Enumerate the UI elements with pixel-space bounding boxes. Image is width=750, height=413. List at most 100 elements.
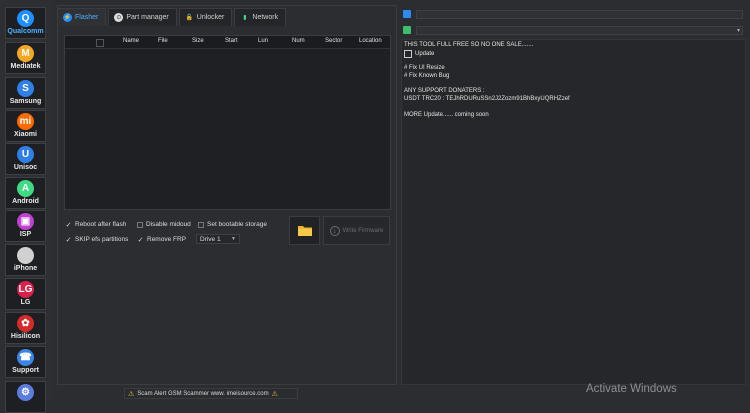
sidebar-item-label: Xiaomi <box>14 131 37 138</box>
column-size[interactable]: Size <box>192 38 204 44</box>
reboot-after-flash-label: Reboot after flash <box>75 221 127 228</box>
check-icon: ✓ <box>137 236 144 244</box>
settings-icon: ⚙ <box>17 384 34 401</box>
check-icon: ✓ <box>65 221 72 229</box>
sidebar-item-label: Android <box>12 198 39 205</box>
remove-frp-label: Remove FRP <box>147 236 187 243</box>
drive-select-value: Drive 1 <box>200 235 221 243</box>
log-update-text: Update <box>415 51 435 57</box>
log-line: USDT TRC20 : TEJhRDURuSSn2J2Zozm91BhBxyU… <box>404 96 570 102</box>
sidebar-item-label: Samsung <box>9 98 42 105</box>
sidebar-item-label: ISP <box>19 231 32 238</box>
sidebar-item-settings[interactable]: ⚙ <box>5 381 46 413</box>
sidebar-item-samsung[interactable]: S Samsung <box>5 77 46 109</box>
sidebar-item-label: Support <box>12 367 39 374</box>
port-row <box>403 9 743 19</box>
port-icon <box>403 10 411 18</box>
sidebar-item-xiaomi[interactable]: mi Xiaomi <box>5 110 46 142</box>
sidebar-item-isp[interactable]: ▣ ISP <box>5 210 46 242</box>
sidebar-item-iphone[interactable]: iPhone <box>5 244 46 276</box>
folder-icon <box>297 226 312 236</box>
column-sector[interactable]: Sector <box>325 38 342 44</box>
port-select[interactable] <box>416 9 743 19</box>
tab-unlocker[interactable]: 🔓 Unlocker <box>178 8 233 26</box>
activate-windows-watermark: Activate Windows <box>586 383 677 395</box>
sidebar-item-hisilicon[interactable]: ✿ Hisilicon <box>5 312 46 344</box>
column-location[interactable]: Location <box>359 38 382 44</box>
sidebar-item-unisoc[interactable]: U Unisoc <box>5 143 46 175</box>
sidebar-item-label: Unisoc <box>13 164 38 171</box>
sidebar-item-label: LG <box>20 299 31 306</box>
warning-icon: ⚠ <box>271 390 278 398</box>
warning-icon: ⚠ <box>128 390 135 398</box>
column-num[interactable]: Num <box>292 38 305 44</box>
write-icon: ⤓ <box>329 225 340 236</box>
network-icon: ▮ <box>243 15 247 21</box>
tab-part-manager-label: Part manager <box>126 14 169 21</box>
scam-alert-text: Scam Alert GSM Scammer www. imeisource.c… <box>137 390 269 397</box>
skip-efs-checkbox[interactable]: ✓ SKIP efs partitions <box>65 236 129 244</box>
android-icon: A <box>17 180 34 197</box>
table-header: Name File Size Start Lun Num Sector Loca… <box>65 36 390 49</box>
log-line: ANY SUPPORT DONATERS : <box>404 88 485 94</box>
tab-network[interactable]: ▮ Network <box>234 8 287 26</box>
sidebar-item-android[interactable]: A Android <box>5 177 46 209</box>
tab-flasher-label: Flasher <box>75 14 99 21</box>
loader-select[interactable]: ▾ <box>416 25 743 35</box>
chevron-down-icon: ▼ <box>231 236 236 242</box>
log-line-update: Update <box>404 50 434 58</box>
sidebar-item-label: Qualcomm <box>7 28 44 35</box>
samsung-icon: S <box>17 80 34 97</box>
write-firmware-label: Write Firmware <box>342 227 384 234</box>
set-bootable-storage-label: Set bootable storage <box>207 221 267 228</box>
sidebar-item-mediatek[interactable]: M Mediatek <box>5 42 46 74</box>
reboot-after-flash-checkbox[interactable]: ✓ Reboot after flash <box>65 221 127 229</box>
partition-table[interactable]: Name File Size Start Lun Num Sector Loca… <box>64 35 391 210</box>
column-lun[interactable]: Lun <box>258 38 268 44</box>
write-firmware-button[interactable]: ⤓ Write Firmware <box>323 216 390 245</box>
tab-flasher[interactable]: ⚡ Flasher <box>57 8 107 26</box>
lock-icon: 🔓 <box>185 15 193 21</box>
drive-select[interactable]: Drive 1 ▼ <box>196 234 240 244</box>
unchecked-box <box>198 221 204 228</box>
skip-efs-label: SKIP efs partitions <box>75 236 129 243</box>
flash-icon: ⚡ <box>63 13 72 22</box>
set-bootable-storage-checkbox[interactable]: Set bootable storage <box>198 221 267 228</box>
tab-unlocker-label: Unlocker <box>196 14 225 21</box>
disable-midoud-label: Disable midoud <box>146 221 191 228</box>
loader-icon <box>403 26 411 34</box>
column-file[interactable]: File <box>158 38 168 44</box>
remove-frp-checkbox[interactable]: ✓ Remove FRP <box>137 236 187 244</box>
sidebar-item-label: Hisilicon <box>10 333 41 340</box>
sidebar: Q Qualcomm M Mediatek S Samsung mi Xiaomi U Uniso… <box>0 0 52 413</box>
qualcomm-icon: Q <box>17 10 34 27</box>
partition-icon: ⊙ <box>114 13 124 22</box>
chevron-down-icon: ▾ <box>736 27 740 34</box>
tab-bar: ⚡ Flasher ⊙ Part manager 🔓 Unlocker ▮ Ne… <box>57 8 288 26</box>
column-name[interactable]: Name <box>123 38 139 44</box>
mediatek-icon: M <box>17 45 34 62</box>
sidebar-item-label: Mediatek <box>10 63 41 70</box>
disable-midoud-checkbox[interactable]: Disable midoud <box>137 221 191 228</box>
open-folder-button[interactable] <box>289 216 320 245</box>
scam-alert-bar: ⚠ Scam Alert GSM Scammer www. imeisource… <box>124 388 298 399</box>
tab-part-manager[interactable]: ⊙ Part manager <box>108 8 177 26</box>
hisilicon-icon: ✿ <box>17 315 34 332</box>
column-start[interactable]: Start <box>225 38 238 44</box>
unchecked-box <box>137 221 143 228</box>
sidebar-item-lg[interactable]: LG LG <box>5 278 46 310</box>
log-line: # Fix UI Resize <box>404 65 445 71</box>
loader-row: ▾ <box>403 25 743 35</box>
sidebar-item-support[interactable]: ☎ Support <box>5 346 46 378</box>
log-line: # Fix Known Bug <box>404 73 450 79</box>
check-icon: ✓ <box>65 236 72 244</box>
update-icon <box>404 50 412 58</box>
iphone-icon <box>17 247 34 264</box>
support-icon: ☎ <box>17 349 34 366</box>
tab-network-label: Network <box>252 14 279 21</box>
log-line: THIS TOOL FULL FREE SO NO ONE SALE......… <box>404 42 534 48</box>
sidebar-item-label: iPhone <box>13 265 38 272</box>
unisoc-icon: U <box>17 146 34 163</box>
sidebar-item-qualcomm[interactable]: Q Qualcomm <box>5 7 46 39</box>
select-all-checkbox[interactable] <box>96 39 104 47</box>
